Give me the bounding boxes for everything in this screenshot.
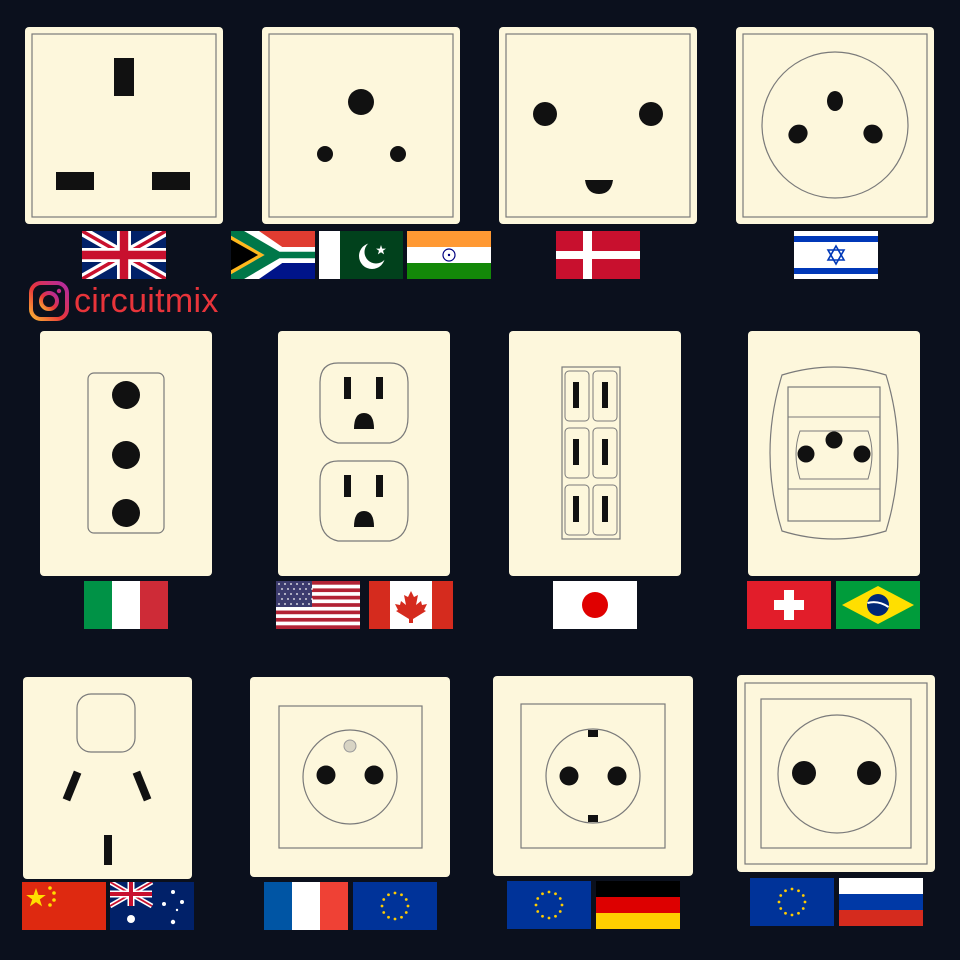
socket-type-b-drawing bbox=[319, 362, 409, 542]
socket-type-l-drawing bbox=[87, 372, 165, 534]
flag-switzerland bbox=[747, 581, 831, 629]
flag-israel bbox=[794, 231, 878, 279]
flag-united-states bbox=[276, 581, 360, 629]
flag-brazil bbox=[836, 581, 920, 629]
socket-type-l bbox=[40, 331, 212, 576]
socket-type-j bbox=[748, 331, 920, 576]
flag-india bbox=[407, 231, 491, 279]
socket-type-a bbox=[509, 331, 681, 576]
flag-european-union bbox=[353, 882, 437, 930]
flag-denmark bbox=[556, 231, 640, 279]
flag-germany bbox=[596, 881, 680, 929]
socket-type-k bbox=[499, 27, 697, 224]
brand-watermark: circuitmix bbox=[28, 278, 219, 324]
socket-type-j-drawing bbox=[769, 366, 899, 540]
flag-japan bbox=[553, 581, 637, 629]
flag-russia bbox=[839, 878, 923, 926]
socket-type-f-drawing bbox=[520, 703, 666, 849]
socket-type-g bbox=[25, 27, 223, 224]
socket-type-d bbox=[262, 27, 460, 224]
socket-type-k-drawing bbox=[505, 33, 691, 218]
socket-type-d-drawing bbox=[268, 33, 454, 218]
flag-united-kingdom bbox=[82, 231, 166, 279]
socket-type-h bbox=[736, 27, 934, 224]
socket-type-i-drawing bbox=[62, 693, 152, 865]
socket-type-c bbox=[737, 675, 935, 872]
socket-type-e-drawing bbox=[278, 705, 423, 849]
flag-pakistan bbox=[319, 231, 403, 279]
socket-type-h-drawing bbox=[742, 33, 928, 218]
brand-handle: circuitmix bbox=[74, 282, 219, 320]
socket-type-b bbox=[278, 331, 450, 576]
flag-european-union bbox=[507, 881, 591, 929]
flag-european-union bbox=[750, 878, 834, 926]
socket-type-e bbox=[250, 677, 450, 877]
socket-type-g-drawing bbox=[31, 33, 217, 218]
flag-france bbox=[264, 882, 348, 930]
flag-china bbox=[22, 882, 106, 930]
flag-canada bbox=[369, 581, 453, 629]
socket-type-c-drawing bbox=[744, 682, 928, 865]
flag-australia bbox=[110, 882, 194, 930]
flag-italy bbox=[84, 581, 168, 629]
flag-south-africa bbox=[231, 231, 315, 279]
instagram-icon bbox=[29, 281, 69, 321]
socket-type-f bbox=[493, 676, 693, 876]
socket-type-a-drawing bbox=[561, 366, 621, 540]
socket-type-i bbox=[23, 677, 192, 879]
